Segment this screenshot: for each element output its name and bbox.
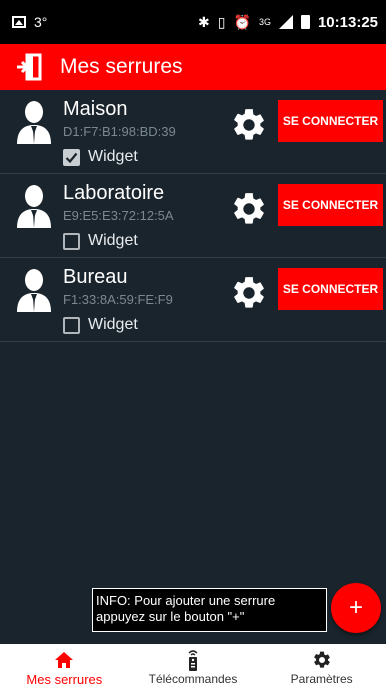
lock-item[interactable]: Bureau F1:33:8A:59:FE:F9 Widget SE CONNE… [0, 258, 386, 342]
nav-item-mes-serrures[interactable]: Mes serrures [0, 644, 129, 690]
nav-item-telecommandes[interactable]: Télécommandes [129, 644, 258, 690]
temperature-text: 3° [34, 14, 48, 30]
clock-text: 10:13:25 [317, 13, 378, 31]
bluetooth-icon: ✱ [198, 13, 210, 30]
widget-toggle[interactable]: Widget [63, 316, 138, 334]
battery-icon [300, 15, 310, 29]
door-enter-icon [14, 52, 44, 82]
user-icon [14, 268, 54, 312]
bottom-nav: Mes serrures Télécommandes Paramètres [0, 644, 386, 690]
app-bar: Mes serrures [0, 44, 386, 90]
info-line-2: appuyez sur le bouton "+" [96, 609, 245, 624]
page-title: Mes serrures [60, 55, 183, 78]
remote-icon [183, 650, 203, 671]
lock-mac-address: E9:E5:E3:72:12:5A [63, 208, 174, 223]
widget-checkbox[interactable] [63, 316, 80, 334]
user-icon [14, 100, 54, 144]
lock-item[interactable]: Maison D1:F7:B1:98:BD:39 Widget SE CONNE… [0, 90, 386, 174]
signal-icon [278, 15, 293, 29]
connect-button[interactable]: SE CONNECTER [278, 100, 383, 142]
widget-label: Widget [88, 232, 138, 249]
widget-toggle[interactable]: Widget [63, 232, 138, 250]
widget-label: Widget [88, 316, 138, 333]
home-icon [54, 650, 74, 670]
network-text: 3G [258, 17, 271, 27]
image-icon [12, 16, 26, 28]
widget-toggle[interactable]: Widget [63, 148, 138, 166]
nav-label: Paramètres [290, 672, 353, 686]
widget-label: Widget [88, 148, 138, 165]
connect-button[interactable]: SE CONNECTER [278, 268, 383, 310]
lock-name: Maison [63, 98, 128, 120]
nav-label: Mes serrures [26, 672, 103, 687]
nav-label: Télécommandes [148, 672, 238, 686]
lock-item[interactable]: Laboratoire E9:E5:E3:72:12:5A Widget SE … [0, 174, 386, 258]
alarm-icon: ⏰ [233, 13, 251, 30]
settings-gear-icon[interactable] [230, 106, 268, 144]
lock-mac-address: F1:33:8A:59:FE:F9 [63, 292, 173, 307]
settings-gear-icon[interactable] [230, 190, 268, 228]
settings-gear-icon[interactable] [230, 274, 268, 312]
user-icon [14, 184, 54, 228]
info-line-1: INFO: Pour ajouter une serrure [96, 593, 276, 608]
connect-button[interactable]: SE CONNECTER [278, 184, 383, 226]
gear-icon [312, 650, 332, 670]
lock-name: Laboratoire [63, 182, 165, 204]
widget-checkbox[interactable] [63, 232, 80, 250]
widget-checkbox[interactable] [63, 148, 80, 166]
lock-list: Maison D1:F7:B1:98:BD:39 Widget SE CONNE… [0, 90, 386, 342]
nav-item-parametres[interactable]: Paramètres [257, 644, 386, 690]
add-lock-button[interactable]: + [331, 583, 381, 633]
info-tooltip: INFO: Pour ajouter une serrure appuyez s… [92, 588, 327, 632]
lock-name: Bureau [63, 266, 128, 288]
lock-mac-address: D1:F7:B1:98:BD:39 [63, 124, 176, 139]
status-bar: 3° ✱ ▯ ⏰ 3G 10:13:25 [0, 0, 386, 44]
vibrate-icon: ▯ [217, 13, 226, 30]
